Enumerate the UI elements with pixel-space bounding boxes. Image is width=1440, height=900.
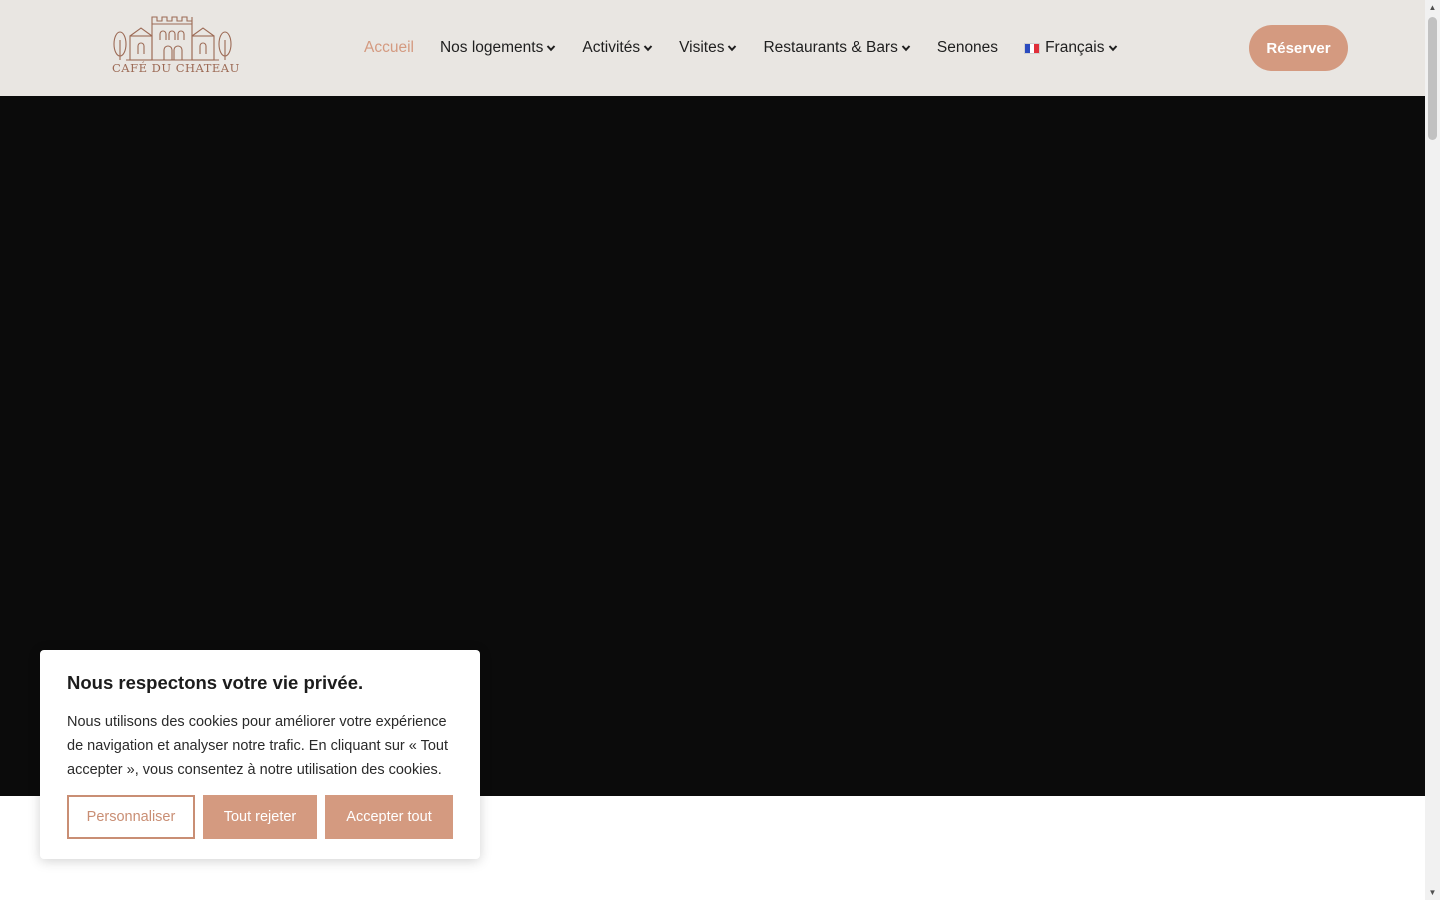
nav-item-senones[interactable]: Senones xyxy=(937,39,998,57)
nav-item-visites[interactable]: Visites xyxy=(679,39,737,57)
reject-all-button[interactable]: Tout rejeter xyxy=(203,795,317,839)
nav-item-nos-logements[interactable]: Nos logements xyxy=(440,39,556,57)
accept-all-button[interactable]: Accepter tout xyxy=(325,795,453,839)
customize-cookies-button[interactable]: Personnaliser xyxy=(67,795,195,839)
nav-item-label: Activités xyxy=(582,39,641,56)
cookie-banner-title: Nous respectons votre vie privée. xyxy=(67,672,364,693)
chateau-logo-icon xyxy=(113,16,232,61)
nav-item-label: Nos logements xyxy=(439,39,544,56)
france-flag-icon xyxy=(1024,42,1041,54)
cookie-banner-text: Nous utilisons des cookies pour améliore… xyxy=(67,714,448,778)
main-nav: Accueil Nos logements Activités Visites … xyxy=(364,36,1144,60)
page-scrollbar[interactable]: ▲ ▼ xyxy=(1425,0,1440,900)
nav-item-label: Visites xyxy=(679,39,725,56)
cookie-banner: Nous respectons votre vie privée. Nous u… xyxy=(40,650,480,859)
site-logo[interactable]: CAFÉ DU CHATEAU xyxy=(112,14,240,82)
cookie-actions: Personnaliser Tout rejeter Accepter tout xyxy=(67,795,453,839)
chevron-down-icon xyxy=(901,45,911,52)
nav-item-activites[interactable]: Activités xyxy=(582,39,653,57)
scroll-down-arrow-icon[interactable]: ▼ xyxy=(1425,885,1440,900)
nav-item-label: Senones xyxy=(936,39,999,56)
chevron-down-icon xyxy=(1108,45,1117,52)
language-label: Français xyxy=(1045,39,1105,56)
nav-item-label: Restaurants & Bars xyxy=(763,39,898,56)
chevron-down-icon xyxy=(728,45,737,52)
nav-item-accueil[interactable]: Accueil xyxy=(364,39,414,57)
chevron-down-icon xyxy=(643,45,653,52)
scroll-up-arrow-icon[interactable]: ▲ xyxy=(1425,0,1440,15)
chevron-down-icon xyxy=(547,45,556,52)
site-header: CAFÉ DU CHATEAU Accueil Nos logements Ac… xyxy=(0,0,1425,96)
scroll-thumb[interactable] xyxy=(1428,17,1437,140)
nav-item-restaurants-bars[interactable]: Restaurants & Bars xyxy=(763,39,911,57)
language-switcher[interactable]: Français xyxy=(1024,39,1117,57)
reserve-button[interactable]: Réserver xyxy=(1249,25,1348,71)
nav-item-label: Accueil xyxy=(364,39,414,56)
logo-text: CAFÉ DU CHATEAU xyxy=(112,61,240,75)
